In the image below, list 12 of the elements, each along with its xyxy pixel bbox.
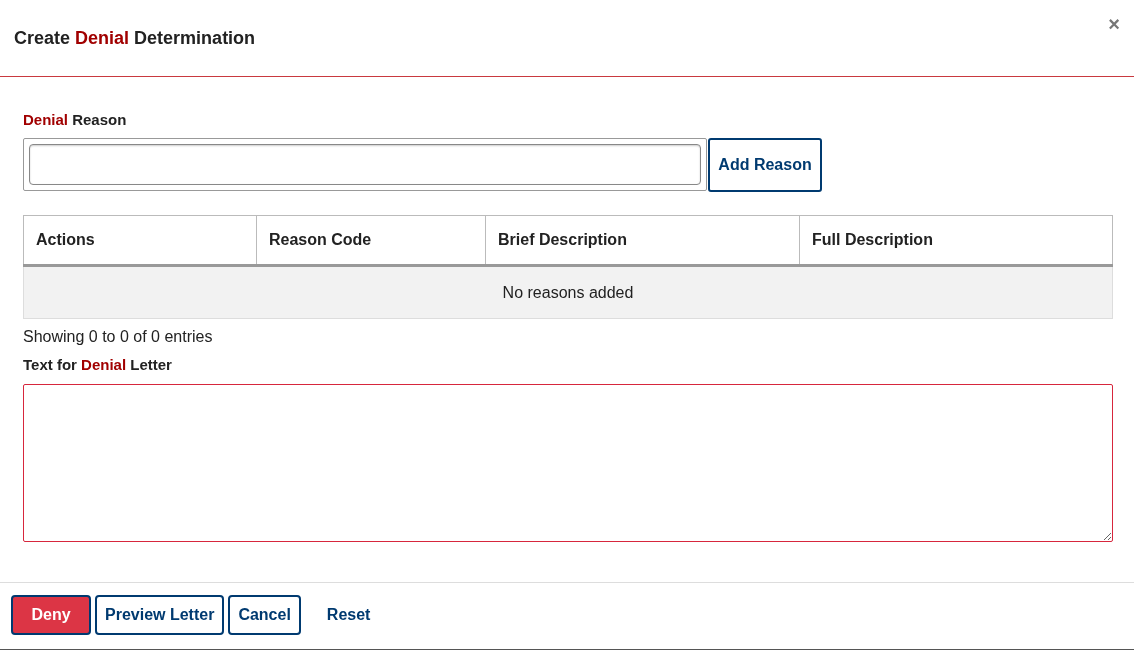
field-label: Denial Reason <box>23 111 127 128</box>
dialog-title: Create Denial Determination <box>14 27 256 49</box>
close-button[interactable]: × <box>1108 14 1120 34</box>
reset-link[interactable]: Reset <box>304 595 393 635</box>
field-label: Text for Denial Letter <box>23 356 172 373</box>
add-reason-button[interactable]: Add Reason <box>708 138 822 192</box>
footer-button[interactable]: Preview Letter <box>95 595 225 635</box>
footer-button[interactable]: Cancel <box>228 595 301 635</box>
table-info: Showing 0 to 0 of 0 entries <box>23 328 214 346</box>
reason-field[interactable] <box>23 138 707 191</box>
footer-button[interactable]: Deny <box>11 595 91 635</box>
empty-table-message: No reasons added <box>23 265 1113 319</box>
